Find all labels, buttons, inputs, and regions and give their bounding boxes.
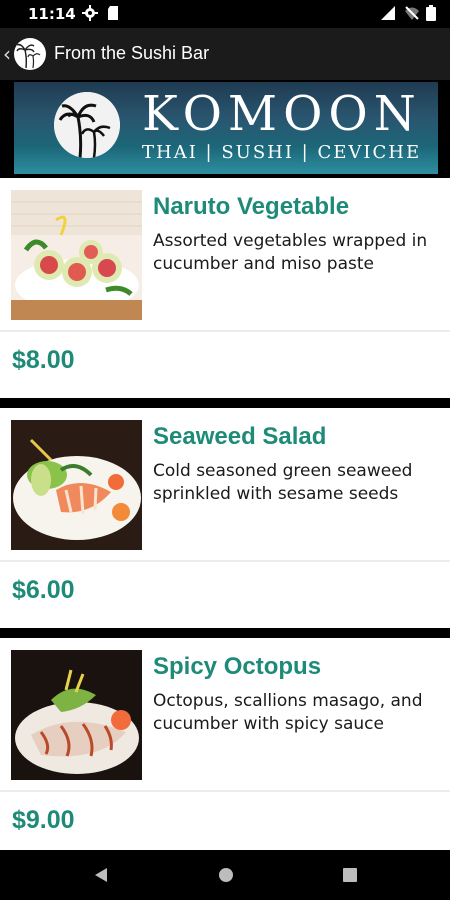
moon-palm-logo — [54, 92, 120, 158]
restaurant-banner: KOMOON THAI | SUSHI | CEVICHE — [0, 80, 450, 178]
item-description: Octopus, scallions masago, and cucumber … — [153, 691, 423, 734]
item-price: $8.00 — [12, 346, 75, 374]
menu-item-card[interactable]: Seaweed Salad Cold seasoned green seawee… — [0, 408, 450, 628]
divider — [0, 560, 450, 562]
back-icon[interactable]: ‹ — [3, 42, 11, 66]
nav-recents-icon[interactable] — [341, 866, 359, 884]
menu-item-card[interactable]: Spicy Octopus Octopus, scallions masago,… — [0, 638, 450, 858]
battery-icon — [426, 5, 436, 21]
banner-background: KOMOON THAI | SUSHI | CEVICHE — [14, 82, 438, 174]
status-bar: 11:14 — [0, 0, 450, 28]
item-name: Naruto Vegetable — [153, 193, 350, 220]
wifi-off-icon — [405, 6, 419, 20]
food-photo — [11, 420, 142, 550]
system-navigation-bar — [0, 850, 450, 900]
brand-tagline: THAI | SUSHI | CEVICHE — [142, 142, 422, 163]
item-name: Seaweed Salad — [153, 423, 327, 450]
brand-name: KOMOON — [142, 86, 422, 142]
menu-item-card[interactable]: Naruto Vegetable Assorted vegetables wra… — [0, 178, 450, 398]
signal-icon — [381, 6, 395, 20]
item-description: Cold seasoned green seaweed sprinkled wi… — [153, 461, 413, 504]
divider — [0, 790, 450, 792]
food-photo — [11, 190, 142, 320]
item-price: $6.00 — [12, 576, 75, 604]
food-photo — [11, 650, 142, 780]
divider — [0, 330, 450, 332]
item-description: Assorted vegetables wrapped in cucumber … — [153, 231, 428, 274]
gear-icon — [82, 5, 98, 21]
status-time: 11:14 — [28, 5, 76, 23]
nav-back-icon[interactable] — [92, 866, 110, 884]
page-title: From the Sushi Bar — [54, 43, 210, 63]
sd-card-icon — [108, 6, 118, 20]
app-logo[interactable] — [14, 38, 46, 70]
nav-home-icon[interactable] — [217, 866, 235, 884]
app-bar: ‹ From the Sushi Bar — [0, 28, 450, 80]
item-name: Spicy Octopus — [153, 653, 322, 680]
item-price: $9.00 — [12, 806, 75, 834]
